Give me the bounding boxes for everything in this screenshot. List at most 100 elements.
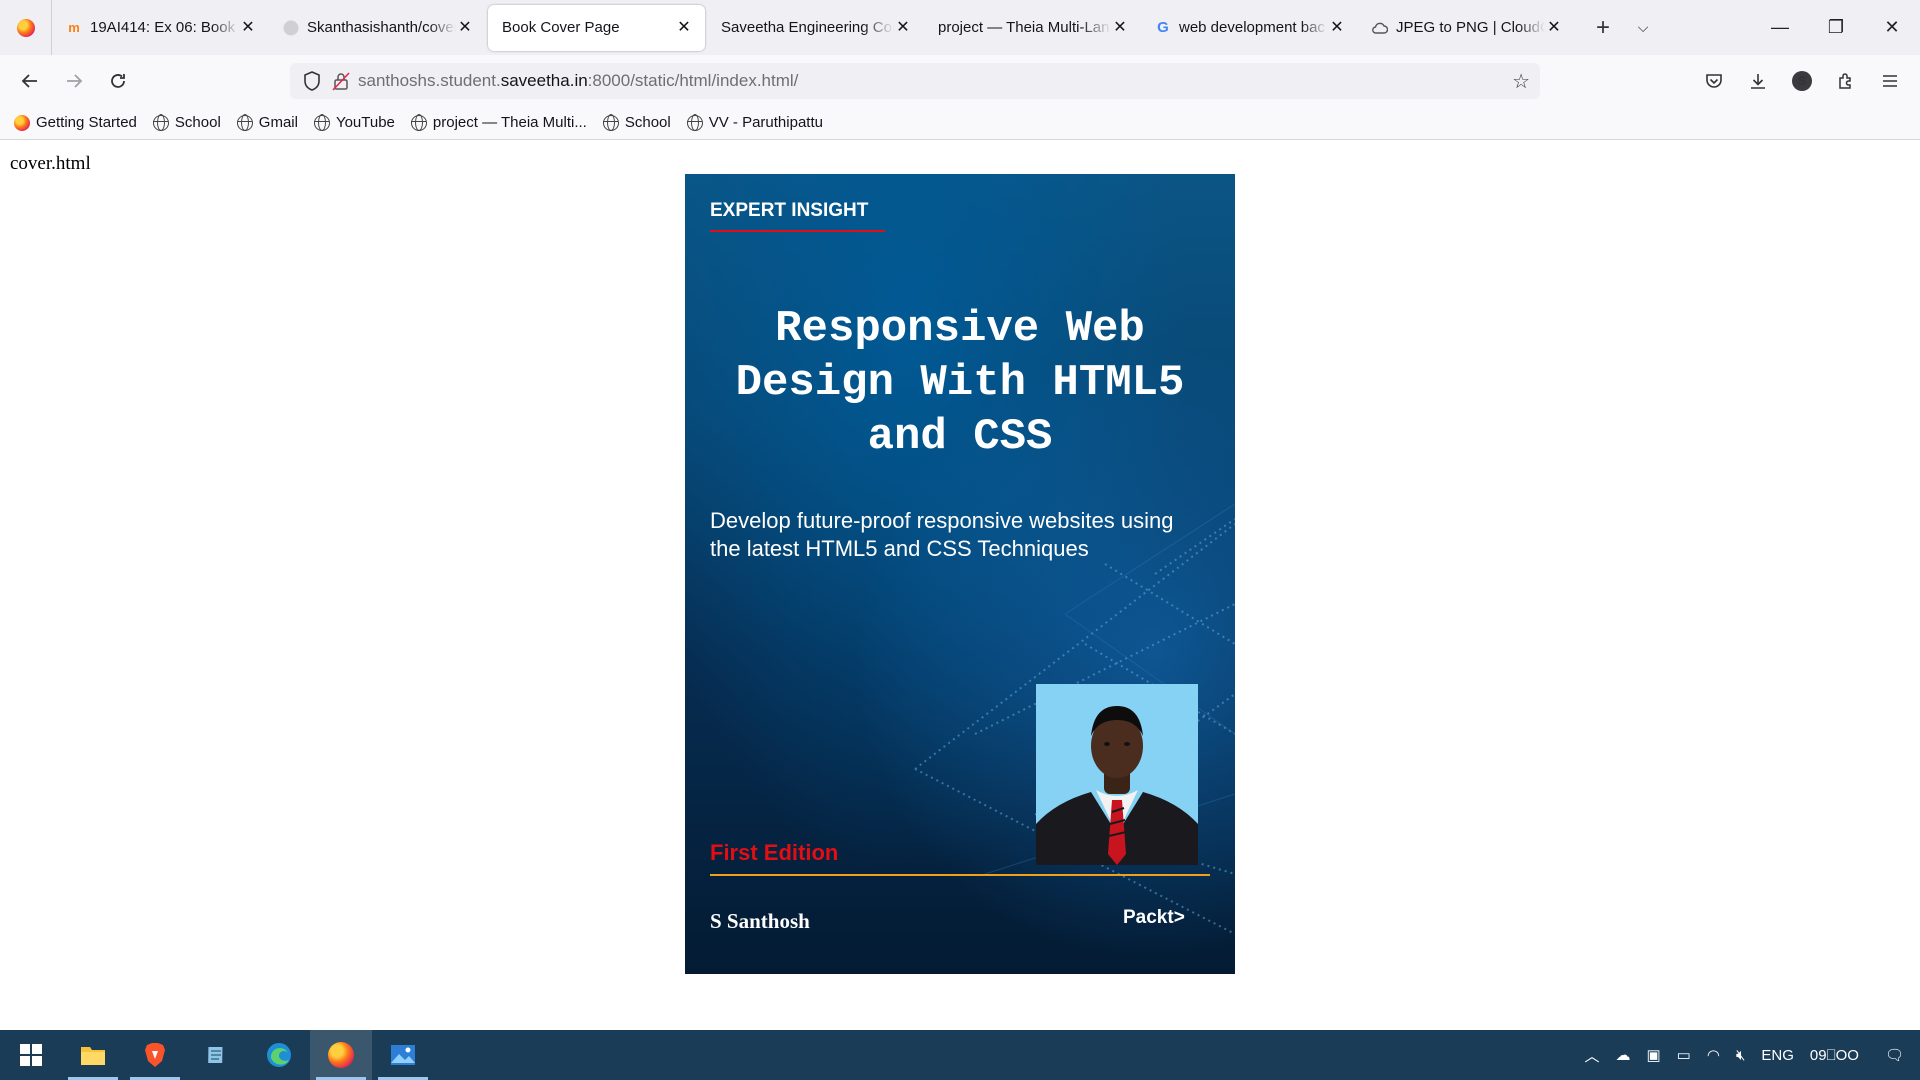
account-avatar[interactable]: S xyxy=(1792,70,1812,91)
close-tab-icon[interactable]: ✕ xyxy=(1328,19,1346,37)
close-tab-icon[interactable]: ✕ xyxy=(456,19,474,37)
url-domain: saveetha.in xyxy=(500,71,588,90)
globe-icon xyxy=(686,114,703,131)
back-arrow-icon xyxy=(21,73,37,88)
photos-icon[interactable] xyxy=(372,1030,434,1080)
book-title: Responsive Web Design With HTML5 and CSS xyxy=(735,304,1185,462)
tab-3-active[interactable]: Book Cover Page ✕ xyxy=(488,4,705,51)
google-icon: G xyxy=(1157,19,1169,36)
close-tab-icon[interactable]: ✕ xyxy=(894,19,912,37)
security-icon[interactable]: ▣ xyxy=(1646,1046,1660,1064)
insecure-connection-icon[interactable] xyxy=(330,71,352,91)
firefox-icon[interactable] xyxy=(310,1030,372,1080)
windows-start-icon[interactable] xyxy=(0,1030,62,1080)
restore-icon[interactable]: ❐ xyxy=(1808,0,1864,55)
bookmark-youtube[interactable]: YouTube xyxy=(313,114,395,131)
firefox-view-button[interactable] xyxy=(0,0,52,55)
edition-rule xyxy=(710,874,1210,876)
reload-button[interactable] xyxy=(96,63,140,99)
close-tab-icon[interactable]: ✕ xyxy=(239,19,257,37)
bookmark-star-icon[interactable]: ☆ xyxy=(1512,69,1530,94)
bookmark-label: VV - Paruthipattu xyxy=(708,114,823,131)
tab-5[interactable]: project — Theia Multi-Lan ✕ xyxy=(924,5,1141,51)
navigation-toolbar: santhoshs.student.saveetha.in:8000/stati… xyxy=(0,55,1920,106)
globe-icon xyxy=(236,114,253,131)
firefox-icon xyxy=(14,114,30,131)
tab-title: JPEG to PNG | CloudCo xyxy=(1396,19,1545,36)
page-viewport: cover.html EXPERT INSIGHT Responsive Web… xyxy=(0,141,1920,1030)
globe-icon xyxy=(410,114,427,131)
notifications-icon[interactable]: 🗨︎ xyxy=(1885,1046,1904,1064)
file-name-text: cover.html xyxy=(10,153,91,174)
toolbar-right-buttons: S xyxy=(1692,55,1912,106)
battery-icon[interactable]: ▭ xyxy=(1677,1046,1691,1064)
bookmark-label: Gmail xyxy=(258,114,298,131)
book-subtitle: Develop future-proof responsive websites… xyxy=(710,508,1174,561)
reload-icon xyxy=(111,73,125,88)
app-menu-icon[interactable] xyxy=(1868,73,1912,89)
tracking-protection-shield-icon[interactable] xyxy=(294,71,330,91)
downloads-icon[interactable] xyxy=(1736,72,1780,90)
tab-7[interactable]: JPEG to PNG | CloudCo ✕ xyxy=(1358,5,1575,51)
tab-1[interactable]: m 19AI414: Ex 06: Book F ✕ xyxy=(52,5,269,51)
forward-button[interactable] xyxy=(52,63,96,99)
expert-insight-underline xyxy=(710,230,885,232)
bookmark-theia-project[interactable]: project — Theia Multi... xyxy=(410,114,587,131)
brave-icon[interactable] xyxy=(124,1030,186,1080)
tab-title: Saveetha Engineering Colle xyxy=(721,19,894,36)
clock-time[interactable]: 09⎕OO xyxy=(1810,1047,1859,1064)
tab-4[interactable]: Saveetha Engineering Colle ✕ xyxy=(707,5,924,51)
author-photo xyxy=(1036,684,1198,865)
bookmark-vv-paruthipattu[interactable]: VV - Paruthipattu xyxy=(686,114,823,131)
new-tab-button[interactable]: + xyxy=(1583,14,1623,42)
notepad-icon[interactable] xyxy=(186,1030,248,1080)
globe-icon xyxy=(602,114,619,131)
globe-icon xyxy=(313,114,330,131)
url-suffix: :8000/static/html/index.html/ xyxy=(587,71,799,90)
tab-title: Book Cover Page xyxy=(502,19,620,36)
close-window-icon[interactable]: ✕ xyxy=(1864,0,1920,55)
bookmark-gmail[interactable]: Gmail xyxy=(236,114,298,131)
bookmark-school[interactable]: School xyxy=(152,114,221,131)
url-text[interactable]: santhoshs.student.saveetha.in:8000/stati… xyxy=(358,71,798,91)
bookmark-label: School xyxy=(624,114,671,131)
bookmark-label: School xyxy=(174,114,221,131)
pocket-icon[interactable] xyxy=(1692,72,1736,90)
tab-title: 19AI414: Ex 06: Book F xyxy=(90,19,239,36)
tab-2[interactable]: Skanthasishanth/cover ✕ xyxy=(269,5,486,51)
publisher-logo-text: Packt> xyxy=(1123,907,1185,928)
system-tray: ︿ ☁ ▣ ▭ ◠ 🔇︎ ENG 09⎕OO 🗨︎ xyxy=(1576,1030,1920,1080)
onedrive-cloud-icon[interactable]: ☁ xyxy=(1615,1046,1630,1064)
back-button[interactable] xyxy=(8,63,52,99)
file-explorer-icon[interactable] xyxy=(62,1030,124,1080)
bookmark-school-2[interactable]: School xyxy=(602,114,671,131)
close-tab-icon[interactable]: ✕ xyxy=(1111,19,1129,37)
volume-muted-icon[interactable]: 🔇︎ xyxy=(1736,1047,1745,1064)
edge-icon[interactable] xyxy=(248,1030,310,1080)
tab-title: web development bac xyxy=(1179,19,1325,36)
show-hidden-icons-chevron-icon[interactable]: ︿ xyxy=(1584,1045,1599,1066)
list-all-tabs-button[interactable]: ⌵ xyxy=(1623,19,1663,36)
moodle-icon: m xyxy=(68,20,80,35)
windows-taskbar: ︿ ☁ ▣ ▭ ◠ 🔇︎ ENG 09⎕OO 🗨︎ xyxy=(0,1030,1920,1080)
author-name: S Santhosh xyxy=(710,909,810,933)
bookmarks-toolbar: Getting Started School Gmail YouTube pro… xyxy=(0,106,1920,140)
close-tab-icon[interactable]: ✕ xyxy=(1545,19,1563,37)
firefox-icon xyxy=(16,18,35,37)
tab-title: project — Theia Multi-Lan xyxy=(938,19,1110,36)
bookmark-getting-started[interactable]: Getting Started xyxy=(14,114,137,131)
close-tab-icon[interactable]: ✕ xyxy=(675,19,693,37)
expert-insight-label: EXPERT INSIGHT xyxy=(710,200,869,221)
address-bar[interactable]: santhoshs.student.saveetha.in:8000/stati… xyxy=(290,63,1540,99)
language-indicator[interactable]: ENG xyxy=(1761,1047,1794,1064)
forward-arrow-icon xyxy=(67,73,83,88)
extensions-icon[interactable] xyxy=(1824,72,1868,90)
wifi-icon[interactable]: ◠ xyxy=(1707,1046,1720,1064)
edition-label: First Edition xyxy=(710,840,839,865)
cloudconvert-icon xyxy=(1372,20,1388,36)
minimize-icon[interactable]: — xyxy=(1752,0,1808,55)
globe-icon xyxy=(152,114,169,131)
url-prefix: santhoshs.student. xyxy=(358,71,501,90)
bookmark-label: Getting Started xyxy=(36,114,137,131)
tab-6[interactable]: G web development bac ✕ xyxy=(1141,5,1358,51)
